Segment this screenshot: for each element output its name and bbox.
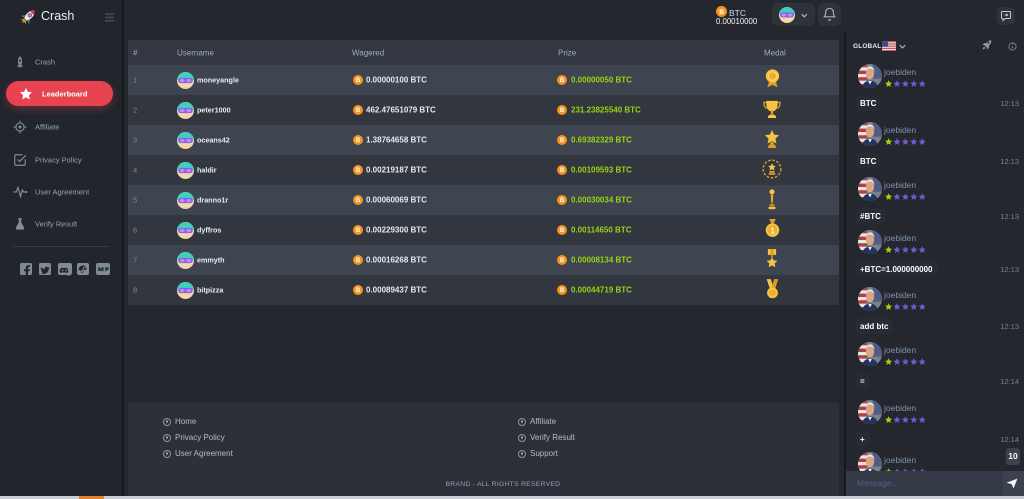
- svg-text:B: B: [356, 108, 361, 114]
- svg-text:B: B: [356, 288, 361, 294]
- svg-text:B: B: [560, 78, 565, 84]
- svg-text:B: B: [560, 168, 565, 174]
- svg-text:B: B: [356, 168, 361, 174]
- svg-text:B: B: [356, 198, 361, 204]
- svg-text:B: B: [560, 288, 565, 294]
- svg-text:B: B: [356, 138, 361, 144]
- svg-text:B: B: [560, 198, 565, 204]
- svg-text:B: B: [356, 258, 361, 264]
- svg-text:B: B: [560, 258, 565, 264]
- svg-text:1: 1: [770, 226, 775, 235]
- svg-text:B: B: [719, 9, 724, 16]
- svg-text:B: B: [560, 108, 565, 114]
- svg-text:B: B: [356, 78, 361, 84]
- svg-text:B: B: [560, 228, 565, 234]
- svg-text:B: B: [560, 138, 565, 144]
- svg-text:B: B: [356, 228, 361, 234]
